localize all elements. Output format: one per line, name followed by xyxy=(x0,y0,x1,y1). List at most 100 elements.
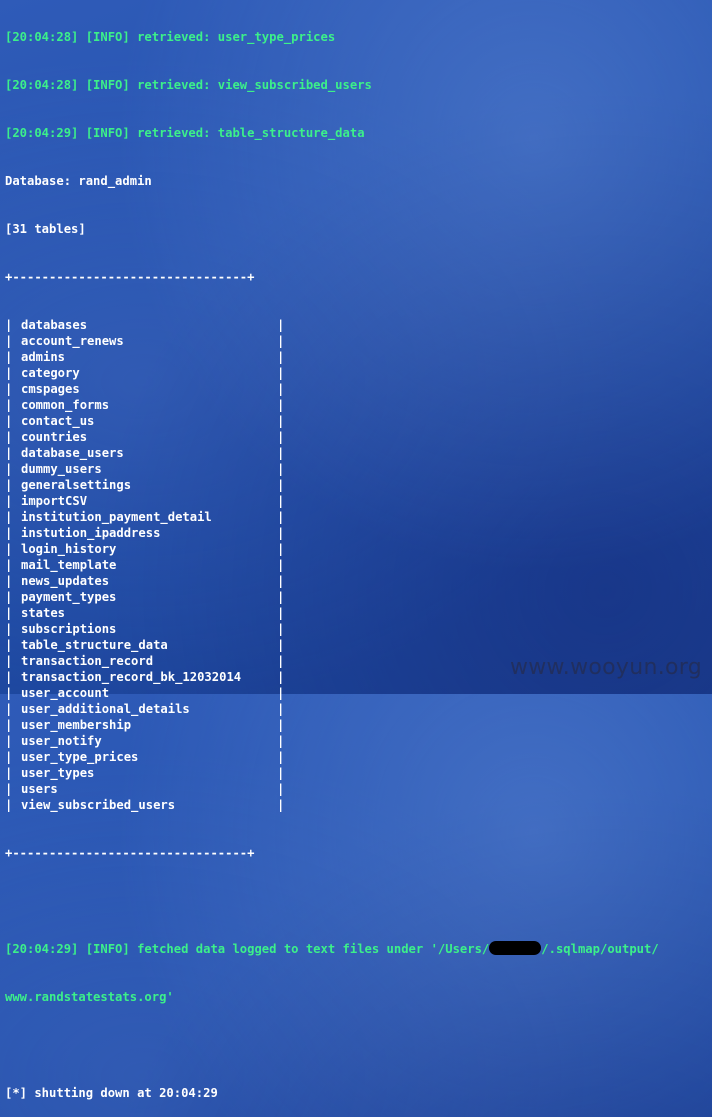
table-pipe-left: | xyxy=(5,494,13,508)
table-pipe-right: | xyxy=(277,798,285,812)
table-pipe-right: | xyxy=(277,494,285,508)
table-pipe-right: | xyxy=(277,766,285,780)
table-pipe-left: | xyxy=(5,558,13,572)
table-name: transaction_record_bk_12032014 xyxy=(21,670,242,684)
table-name: user_types xyxy=(21,766,95,780)
table-name: user_membership xyxy=(21,718,132,732)
table-name: mail_template xyxy=(21,558,117,572)
table-pipe-right: | xyxy=(277,638,285,652)
fetched-line: [20:04:29] [INFO] fetched data logged to… xyxy=(5,941,712,957)
table-row: | institution_payment_detail | xyxy=(5,509,712,525)
table-pipe-left: | xyxy=(5,686,13,700)
table-pipe-left: | xyxy=(5,318,13,332)
table-pipe-right: | xyxy=(277,686,285,700)
table-row: | users | xyxy=(5,781,712,797)
table-pipe-left: | xyxy=(5,398,13,412)
table-pipe-right: | xyxy=(277,350,285,364)
table-pipe-right: | xyxy=(277,654,285,668)
table-pipe-left: | xyxy=(5,574,13,588)
table-pipe-left: | xyxy=(5,478,13,492)
redacted-username xyxy=(489,941,542,955)
fetched-suffix: /.sqlmap/output/ xyxy=(541,942,659,956)
table-row: | user_notify | xyxy=(5,733,712,749)
table-pipe-left: | xyxy=(5,702,13,716)
table-pipe-right: | xyxy=(277,590,285,604)
table-pipe-right: | xyxy=(277,382,285,396)
table-pipe-left: | xyxy=(5,462,13,476)
table-pipe-right: | xyxy=(277,318,285,332)
table-row: | account_renews | xyxy=(5,333,712,349)
table-row: | instution_ipaddress | xyxy=(5,525,712,541)
table-pipe-right: | xyxy=(277,430,285,444)
table-pipe-right: | xyxy=(277,782,285,796)
table-name: database_users xyxy=(21,446,124,460)
table-row: | payment_types | xyxy=(5,589,712,605)
table-pipe-right: | xyxy=(277,622,285,636)
table-pipe-left: | xyxy=(5,718,13,732)
watermark: www.wooyun.org xyxy=(509,655,702,680)
table-row: | user_type_prices | xyxy=(5,749,712,765)
table-pipe-right: | xyxy=(277,542,285,556)
table-pipe-right: | xyxy=(277,462,285,476)
table-name: subscriptions xyxy=(21,622,117,636)
table-row: | databases | xyxy=(5,317,712,333)
database-line: Database: rand_admin xyxy=(5,174,152,188)
table-row: | login_history | xyxy=(5,541,712,557)
table-name: category xyxy=(21,366,80,380)
table-pipe-right: | xyxy=(277,606,285,620)
table-border-bottom: +--------------------------------+ xyxy=(5,846,255,860)
table-name: instution_ipaddress xyxy=(21,526,161,540)
table-pipe-right: | xyxy=(277,510,285,524)
table-pipe-left: | xyxy=(5,446,13,460)
log-line: [20:04:28] [INFO] retrieved: view_subscr… xyxy=(5,78,372,92)
table-row: | user_membership | xyxy=(5,717,712,733)
table-row: | view_subscribed_users | xyxy=(5,797,712,813)
table-pipe-left: | xyxy=(5,606,13,620)
terminal-output: [20:04:28] [INFO] retrieved: user_type_p… xyxy=(5,0,712,1100)
table-pipe-right: | xyxy=(277,334,285,348)
table-pipe-right: | xyxy=(277,718,285,732)
log-line: [20:04:29] [INFO] retrieved: table_struc… xyxy=(5,126,365,140)
table-name: view_subscribed_users xyxy=(21,798,176,812)
table-name: user_additional_details xyxy=(21,702,190,716)
table-row: | contact_us | xyxy=(5,413,712,429)
fetched-continuation: www.randstatestats.org' xyxy=(5,990,174,1004)
table-name: countries xyxy=(21,430,88,444)
table-pipe-left: | xyxy=(5,542,13,556)
table-pipe-left: | xyxy=(5,766,13,780)
table-row: | subscriptions | xyxy=(5,621,712,637)
table-name: contact_us xyxy=(21,414,95,428)
table-pipe-right: | xyxy=(277,670,285,684)
table-pipe-left: | xyxy=(5,638,13,652)
table-row: | dummy_users | xyxy=(5,461,712,477)
table-row: | category | xyxy=(5,365,712,381)
table-pipe-left: | xyxy=(5,526,13,540)
table-row: | table_structure_data | xyxy=(5,637,712,653)
table-row: | states | xyxy=(5,605,712,621)
table-row: | admins | xyxy=(5,349,712,365)
table-pipe-right: | xyxy=(277,574,285,588)
table-name: cmspages xyxy=(21,382,80,396)
table-pipe-right: | xyxy=(277,366,285,380)
table-row: | user_additional_details | xyxy=(5,701,712,717)
table-name: user_account xyxy=(21,686,110,700)
table-pipe-left: | xyxy=(5,782,13,796)
table-row: | common_forms | xyxy=(5,397,712,413)
table-row: | database_users | xyxy=(5,445,712,461)
table-pipe-right: | xyxy=(277,750,285,764)
table-row: | user_account | xyxy=(5,685,712,701)
table-name: login_history xyxy=(21,542,117,556)
shutdown-line: [*] shutting down at 20:04:29 xyxy=(5,1086,218,1100)
table-name: states xyxy=(21,606,66,620)
table-pipe-left: | xyxy=(5,670,13,684)
table-name: admins xyxy=(21,350,66,364)
table-name: databases xyxy=(21,318,88,332)
table-pipe-right: | xyxy=(277,478,285,492)
table-pipe-right: | xyxy=(277,702,285,716)
table-name: table_structure_data xyxy=(21,638,168,652)
table-name: account_renews xyxy=(21,334,124,348)
table-pipe-left: | xyxy=(5,750,13,764)
table-name: user_type_prices xyxy=(21,750,139,764)
table-pipe-left: | xyxy=(5,414,13,428)
table-name: news_updates xyxy=(21,574,110,588)
